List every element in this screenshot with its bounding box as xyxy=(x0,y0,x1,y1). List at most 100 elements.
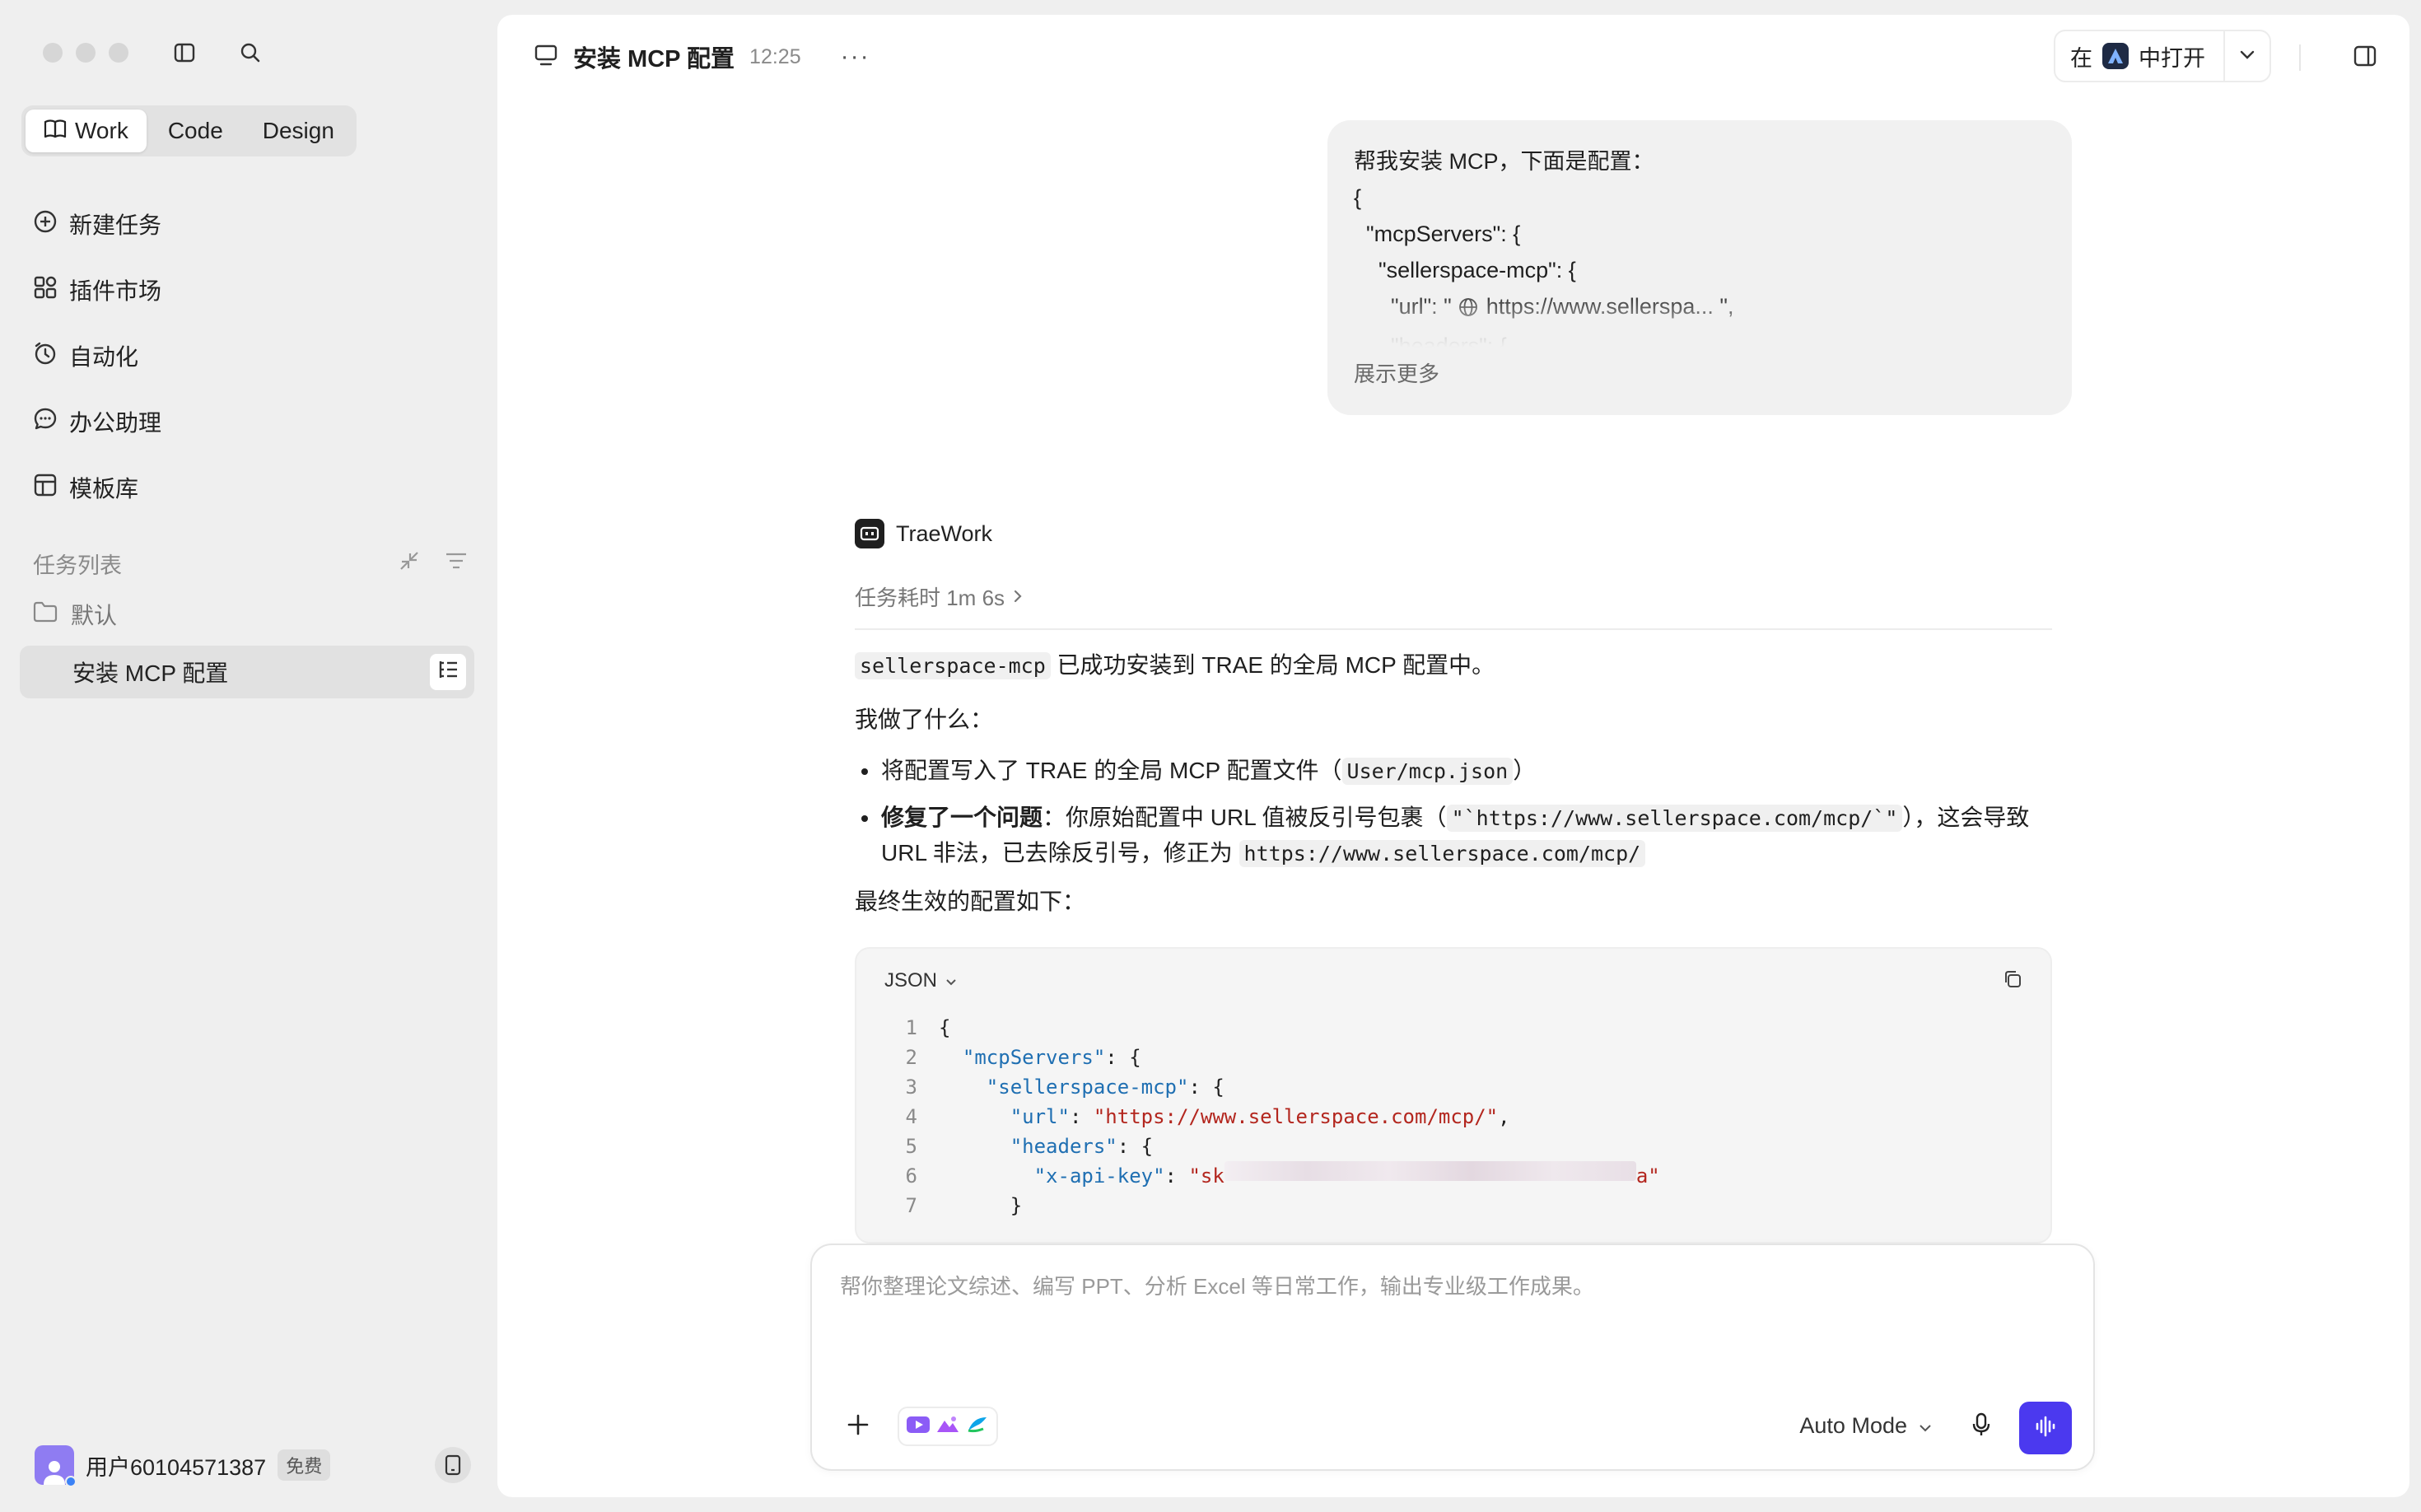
open-in-dropdown[interactable] xyxy=(2223,31,2269,81)
chat-bubble-icon xyxy=(33,407,58,437)
main-panel: 安装 MCP 配置 12:25 ··· 在 中打开 帮我安装 MCP，下面是配置… xyxy=(497,15,2409,1497)
open-in-app-button[interactable]: 在 中打开 xyxy=(2054,30,2271,82)
language-selector[interactable]: JSON xyxy=(884,969,957,992)
media-tools-chip[interactable] xyxy=(898,1407,998,1446)
show-more-button[interactable]: 展示更多 xyxy=(1354,356,2045,392)
open-in-prefix: 在 xyxy=(2070,45,2092,71)
book-icon xyxy=(44,118,67,144)
list-tree-icon xyxy=(437,659,459,685)
mode-label: Code xyxy=(167,118,223,143)
inline-code: https://www.sellerspace.com/mcp/ xyxy=(1238,840,1646,867)
sidebar-item-office-assistant[interactable]: 办公助理 xyxy=(20,389,481,455)
mobile-device-icon[interactable] xyxy=(435,1447,471,1483)
redacted-api-key xyxy=(1224,1161,1636,1181)
json-key: "headers" xyxy=(1010,1135,1117,1158)
inline-code: "`https://www.sellerspace.com/mcp/`" xyxy=(1446,805,1903,832)
sidebar-toggle-icon[interactable] xyxy=(170,38,199,68)
code-line: 6 "x-api-key": "sk a" xyxy=(879,1161,2050,1191)
mode-switch: Work Code Design xyxy=(21,105,357,156)
mode-label: Design xyxy=(262,118,334,143)
zoom-window-button[interactable] xyxy=(109,43,128,63)
online-status-dot xyxy=(65,1476,77,1487)
sidebar-item-automation[interactable]: 自动化 xyxy=(20,323,481,389)
json-string: a" xyxy=(1635,1164,1660,1188)
task-outline-button[interactable] xyxy=(430,654,466,690)
copy-icon[interactable] xyxy=(2003,969,2022,993)
message-line: "sellerspace-mcp": { xyxy=(1354,258,1576,282)
add-attachment-button[interactable] xyxy=(842,1410,875,1443)
open-in-suffix: 中打开 xyxy=(2139,45,2205,71)
sidebar-item-label: 模板库 xyxy=(69,476,139,502)
more-options-button[interactable]: ··· xyxy=(841,43,870,71)
json-key: "x-api-key" xyxy=(1033,1164,1165,1188)
collapse-icon[interactable] xyxy=(399,550,420,577)
chevron-down-icon xyxy=(1919,1413,1932,1439)
composer-input[interactable]: 帮你整理论文综述、编写 PPT、分析 Excel 等日常工作，输出专业级工作成果… xyxy=(840,1270,1594,1300)
message-line: 帮我安装 MCP，下面是配置： xyxy=(1354,149,1654,174)
mode-label: Work xyxy=(75,118,128,143)
mode-design-button[interactable]: Design xyxy=(245,110,352,152)
header-divider xyxy=(2299,44,2301,71)
trae-app-icon xyxy=(2102,43,2129,69)
sidebar: Work Code Design 新建任务 插件市场 自动化 办公助理 模板库 … xyxy=(0,0,496,1512)
json-key: "mcpServers" xyxy=(962,1046,1106,1069)
task-item-install-mcp[interactable]: 安装 MCP 配置 xyxy=(20,646,474,698)
json-key: "sellerspace-mcp" xyxy=(986,1076,1189,1099)
task-item-label: 安装 MCP 配置 xyxy=(72,660,229,686)
filter-icon[interactable] xyxy=(445,551,468,576)
microphone-button[interactable] xyxy=(1965,1410,1998,1443)
right-panel-toggle-icon[interactable] xyxy=(2350,41,2380,71)
list-item-text: ：你原始配置中 URL 值被反引号包裹（ xyxy=(1043,805,1447,830)
sidebar-item-templates[interactable]: 模板库 xyxy=(20,455,481,520)
message-line-url: "url": " https://www.sellerspa... ", xyxy=(1354,288,2045,328)
line-number: 6 xyxy=(905,1164,917,1188)
alarm-clock-icon xyxy=(33,341,58,371)
code-text: { xyxy=(939,1016,951,1039)
code-line: 2 "mcpServers": { xyxy=(879,1043,2050,1072)
mode-code-button[interactable]: Code xyxy=(150,110,241,152)
code-text: } xyxy=(1010,1194,1023,1217)
conversation-time: 12:25 xyxy=(749,44,801,68)
mode-selector[interactable]: Auto Mode xyxy=(1799,1413,1932,1439)
sidebar-item-plugin-market[interactable]: 插件市场 xyxy=(20,257,481,323)
json-string: "https://www.sellerspace.com/mcp/" xyxy=(1093,1105,1499,1128)
search-icon[interactable] xyxy=(236,38,265,68)
list-item: 修复了一个问题：你原始配置中 URL 值被反引号包裹（ "`https://www… xyxy=(855,800,2052,871)
open-in-label-group[interactable]: 在 中打开 xyxy=(2055,40,2223,72)
code-text: : xyxy=(1069,1105,1094,1128)
avatar xyxy=(35,1445,77,1487)
answer-paragraph: sellerspace-mcp 已成功安装到 TRAE 的全局 MCP 配置中。 xyxy=(855,648,2052,684)
plugin-grid-icon xyxy=(33,275,58,306)
message-line: "headers": { xyxy=(1354,334,1507,348)
agent-name: TraeWork xyxy=(896,520,993,546)
answer-paragraph: 最终生效的配置如下： xyxy=(855,889,1086,914)
inline-code: sellerspace-mcp xyxy=(855,652,1051,679)
url-link[interactable]: https://www.sellerspa... ", xyxy=(1486,294,1734,319)
sidebar-item-label: 自动化 xyxy=(69,344,139,370)
voice-send-button[interactable] xyxy=(2019,1402,2072,1454)
task-list-title: 任务列表 xyxy=(33,553,122,578)
sidebar-item-label: 新建任务 xyxy=(69,212,162,238)
task-duration-toggle[interactable]: 任务耗时 1m 6s xyxy=(855,581,2052,612)
minimize-window-button[interactable] xyxy=(76,43,96,63)
message-composer[interactable]: 帮你整理论文综述、编写 PPT、分析 Excel 等日常工作，输出专业级工作成果… xyxy=(810,1244,2095,1471)
mode-selector-label: Auto Mode xyxy=(1799,1413,1907,1438)
microphone-icon xyxy=(1971,1412,1991,1441)
sidebar-item-new-task[interactable]: 新建任务 xyxy=(20,191,481,257)
traework-logo-icon xyxy=(855,519,884,548)
window-controls xyxy=(43,43,128,63)
code-text: , xyxy=(1498,1105,1510,1128)
code-line: 5 "headers": { xyxy=(879,1132,2050,1161)
folder-default[interactable]: 默认 xyxy=(33,598,117,631)
answer-paragraph: 我做了什么： xyxy=(855,707,994,732)
sidebar-nav: 新建任务 插件市场 自动化 办公助理 模板库 xyxy=(20,191,481,520)
video-icon xyxy=(906,1414,931,1440)
close-window-button[interactable] xyxy=(43,43,63,63)
task-list-header: 任务列表 xyxy=(33,547,468,580)
mode-work-button[interactable]: Work xyxy=(26,110,147,152)
answer-text: 已成功安装到 TRAE 的全局 MCP 配置中。 xyxy=(1050,652,1495,678)
user-profile[interactable]: 用户60104571387 免费 xyxy=(35,1444,471,1487)
language-label: JSON xyxy=(884,969,938,992)
json-key: "url" xyxy=(1010,1105,1070,1128)
code-line: 1{ xyxy=(879,1013,2050,1043)
